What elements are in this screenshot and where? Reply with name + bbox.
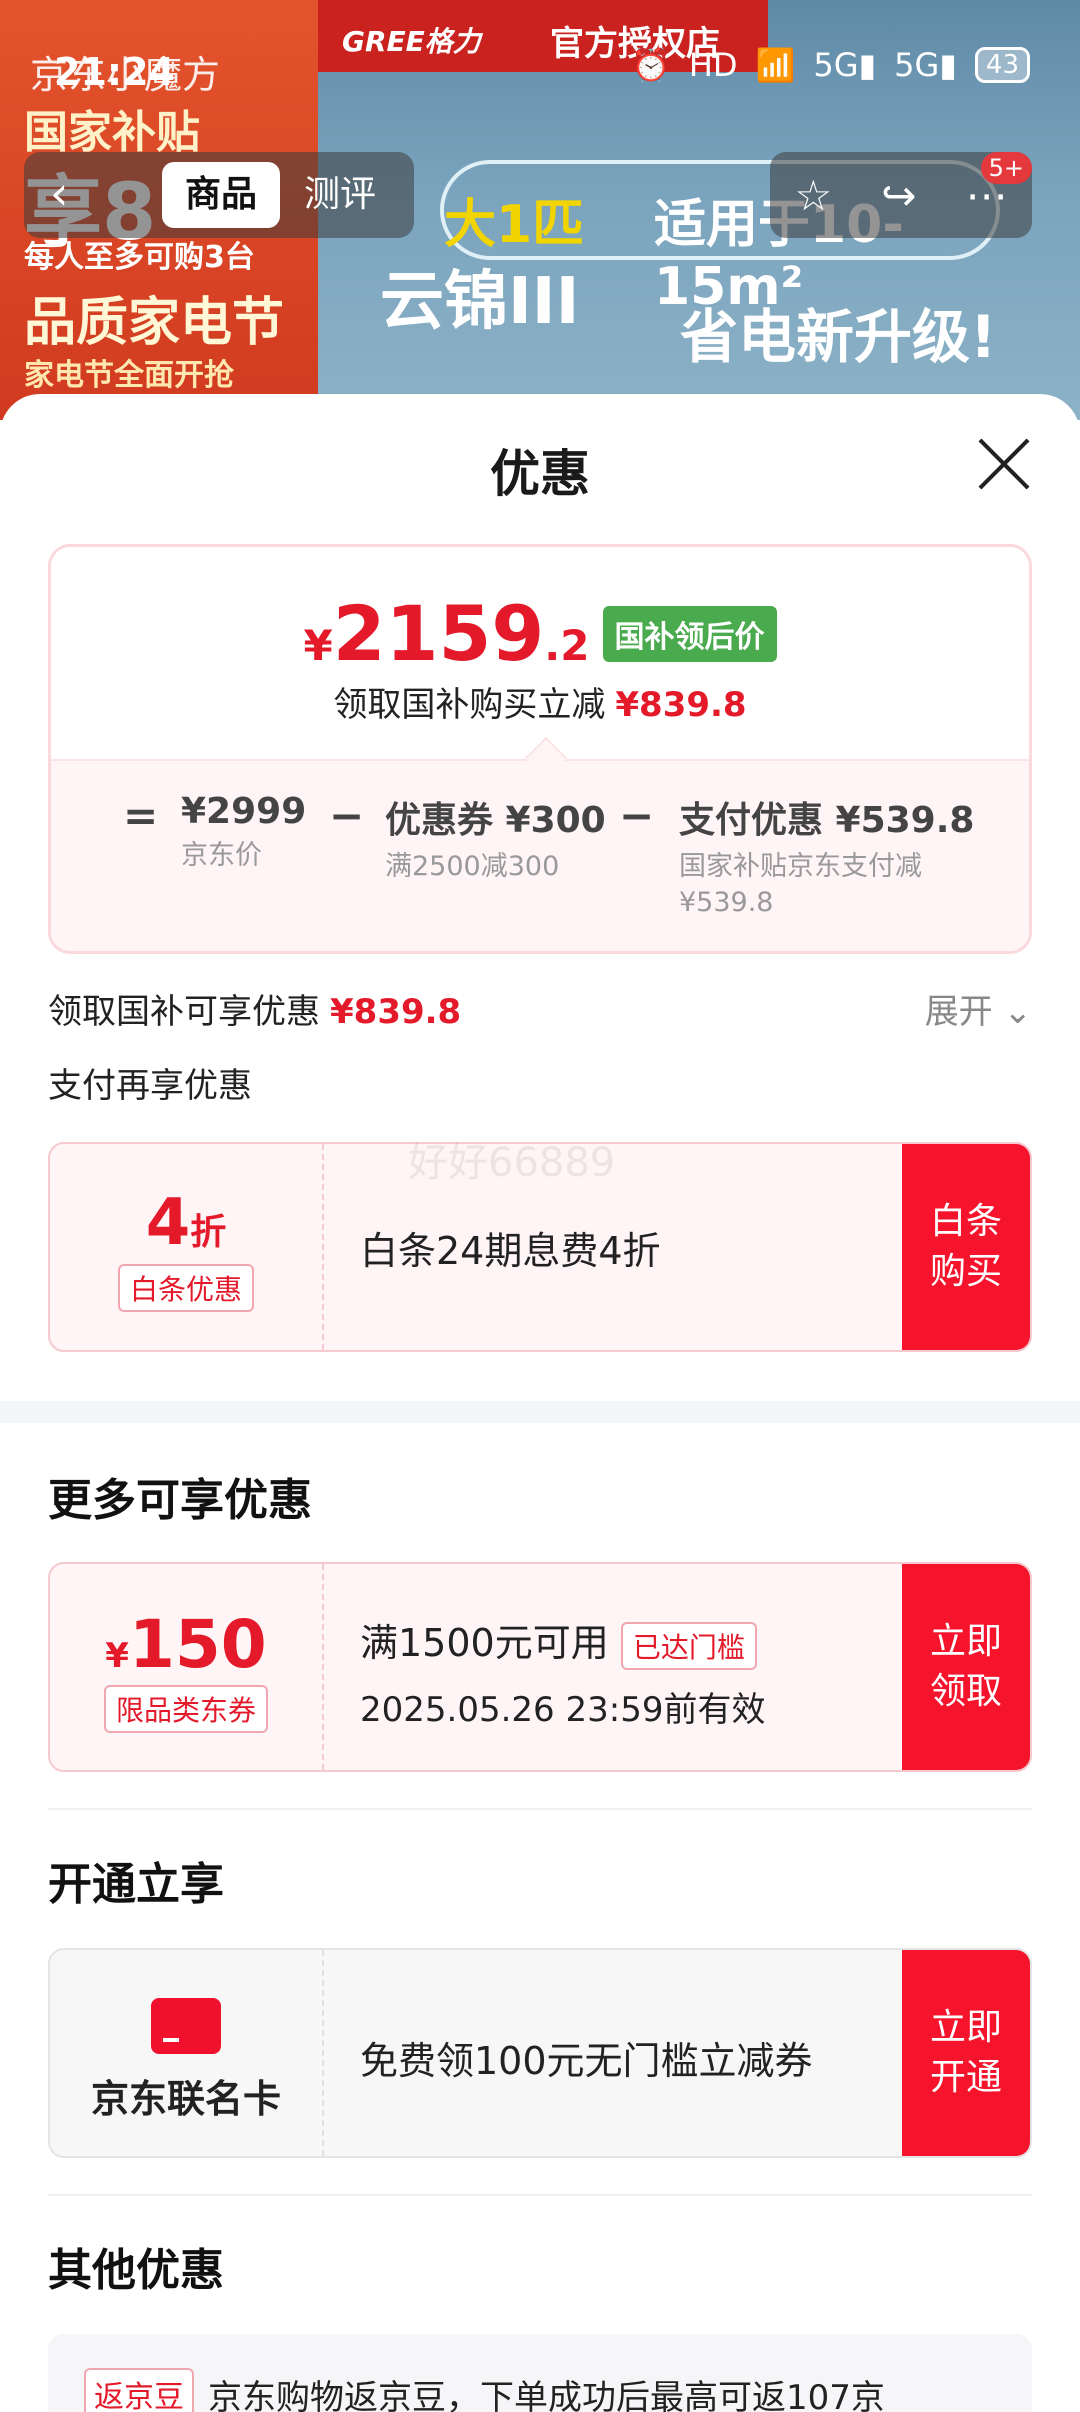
baitiao-discount: 4折 — [145, 1186, 227, 1260]
hd-icon: HD — [688, 46, 738, 84]
coupon-condition: 满1500元可用 已达门槛 — [360, 1612, 880, 1670]
coupon-amount: ¥150 — [105, 1606, 267, 1683]
expand-button[interactable]: 展开 ⌄ — [925, 984, 1032, 1033]
coupon-discount: 优惠券 ¥300 满2500减300 — [385, 791, 606, 885]
baitiao-text: 白条24期息费4折 — [360, 1229, 661, 1273]
discount-sheet: 优惠 ¥2159.2 国补领后价 领取国补购买立减 ¥839.8 = ¥2999 … — [0, 394, 1080, 2412]
subsidy-price-tag: 国补领后价 — [602, 605, 777, 662]
claim-coupon-button[interactable]: 立即 领取 — [902, 1564, 1030, 1770]
payment-discount-desc: 国家补贴京东支付减 — [679, 851, 922, 882]
jingdou-text: 京东购物返京豆，下单成功后最高可返107京 — [208, 2378, 885, 2412]
price-breakdown: = ¥2999 京东价 − 优惠券 ¥300 满2500减300 − 支付优惠 … — [51, 759, 1029, 951]
5g-signal-icon: 5G▮ — [894, 46, 957, 84]
open-benefits-title: 开通立享 — [48, 1859, 224, 1910]
more-offers-title: 更多可享优惠 — [48, 1475, 312, 1526]
subsidy-row: 领取国补可享优惠 ¥839.8 — [48, 984, 461, 1033]
jd-price-value: ¥2999 — [181, 791, 307, 832]
jd-price: ¥2999 京东价 — [181, 791, 306, 874]
jingdou-tag: 返京豆 — [84, 2368, 194, 2412]
final-price: ¥2159.2 国补领后价 — [51, 589, 1029, 678]
sheet-title: 优惠 — [490, 445, 590, 503]
credit-card-icon — [151, 1998, 221, 2054]
divider — [48, 1808, 1032, 1810]
cobrand-card-label: 京东联名卡 — [90, 2077, 281, 2121]
status-bar: 京东小魔方 21:24 ⏰ HD 📶 5G▮ 5G▮ 43 — [0, 0, 1080, 140]
payment-discount-amount: ¥539.8 — [679, 887, 774, 918]
close-icon[interactable] — [974, 434, 1034, 494]
tab-product[interactable]: 商品 — [162, 162, 280, 228]
threshold-reached-tag: 已达门槛 — [620, 1621, 757, 1670]
jd-coupon: ¥150 限品类东券 满1500元可用 已达门槛 2025.05.26 23:5… — [48, 1562, 1032, 1772]
tab-review[interactable]: 测评 — [304, 162, 376, 228]
section-divider — [0, 1401, 1080, 1423]
poster-line-4: 品质家电节 — [24, 293, 285, 353]
nav-actions: ☆ ↪ ⋯ 5+ — [770, 152, 1032, 238]
price-card: ¥2159.2 国补领后价 领取国补购买立减 ¥839.8 = ¥2999 京东价… — [48, 544, 1032, 954]
cobrand-card-text: 免费领100元无门槛立减券 — [360, 2039, 813, 2083]
jingdou-offer: 返京豆 京东购物返京豆，下单成功后最高可返107京 — [48, 2334, 1032, 2412]
subsidy-row-label: 领取国补可享优惠 — [48, 992, 320, 1032]
status-icons: ⏰ HD 📶 5G▮ 5G▮ 43 — [631, 46, 1030, 84]
subsidy-row-amount: ¥839.8 — [330, 992, 462, 1032]
message-badge: 5+ — [980, 152, 1032, 184]
chevron-down-icon: ⌄ — [1003, 992, 1033, 1032]
favorite-icon[interactable]: ☆ — [795, 171, 833, 220]
coupon-category-tag: 限品类东券 — [103, 1685, 268, 1733]
other-offers-title: 其他优惠 — [48, 2245, 224, 2296]
minus-sign: − — [329, 791, 365, 840]
baitiao-buy-button[interactable]: 白条 购买 — [902, 1144, 1030, 1350]
coupon-discount-value: 优惠券 ¥300 — [385, 800, 606, 841]
share-icon[interactable]: ↪ — [881, 171, 916, 220]
5g-signal-icon: 5G▮ — [813, 46, 877, 84]
baitiao-tag: 白条优惠 — [117, 1264, 254, 1312]
open-card-button[interactable]: 立即 开通 — [902, 1950, 1030, 2156]
back-icon[interactable]: ‹ — [50, 166, 68, 220]
jd-price-label: 京东价 — [181, 840, 262, 871]
coupon-expiry: 2025.05.26 23:59前有效 — [360, 1689, 766, 1730]
subsidy-reduction-label: 领取国补购买立减 — [333, 685, 606, 725]
clock: 21:24 — [54, 50, 175, 94]
payment-discount: 支付优惠 ¥539.8 国家补贴京东支付减 ¥539.8 — [679, 791, 974, 921]
promo-text: 省电新升级! — [680, 303, 997, 371]
poster-line-5: 家电节全面开抢 — [24, 358, 234, 393]
minus-sign: − — [619, 791, 655, 840]
final-price-amount: ¥2159.2 — [303, 589, 590, 678]
equals-sign: = — [123, 791, 159, 840]
alarm-icon: ⏰ — [630, 46, 671, 84]
pay-more-label: 支付再享优惠 — [48, 1066, 252, 1106]
subsidy-reduction: 领取国补购买立减 ¥839.8 — [51, 677, 1029, 726]
payment-discount-value: 支付优惠 ¥539.8 — [679, 800, 975, 841]
product-name: 云锦III — [380, 265, 580, 339]
subsidy-reduction-amount: ¥839.8 — [615, 685, 747, 725]
coupon-discount-desc: 满2500减300 — [385, 851, 560, 882]
battery-icon: 43 — [974, 47, 1030, 83]
watermark: 好好66889 — [408, 1140, 616, 1186]
divider — [48, 2194, 1032, 2196]
top-nav: ‹ 商品 测评 ☆ ↪ ⋯ 5+ — [24, 152, 1056, 242]
expand-label: 展开 — [924, 992, 993, 1032]
nav-tabs: ‹ 商品 测评 — [24, 152, 414, 238]
wifi-icon: 📶 — [755, 46, 796, 84]
cobrand-card-offer: 京东联名卡 免费领100元无门槛立减券 立即 开通 — [48, 1948, 1032, 2158]
